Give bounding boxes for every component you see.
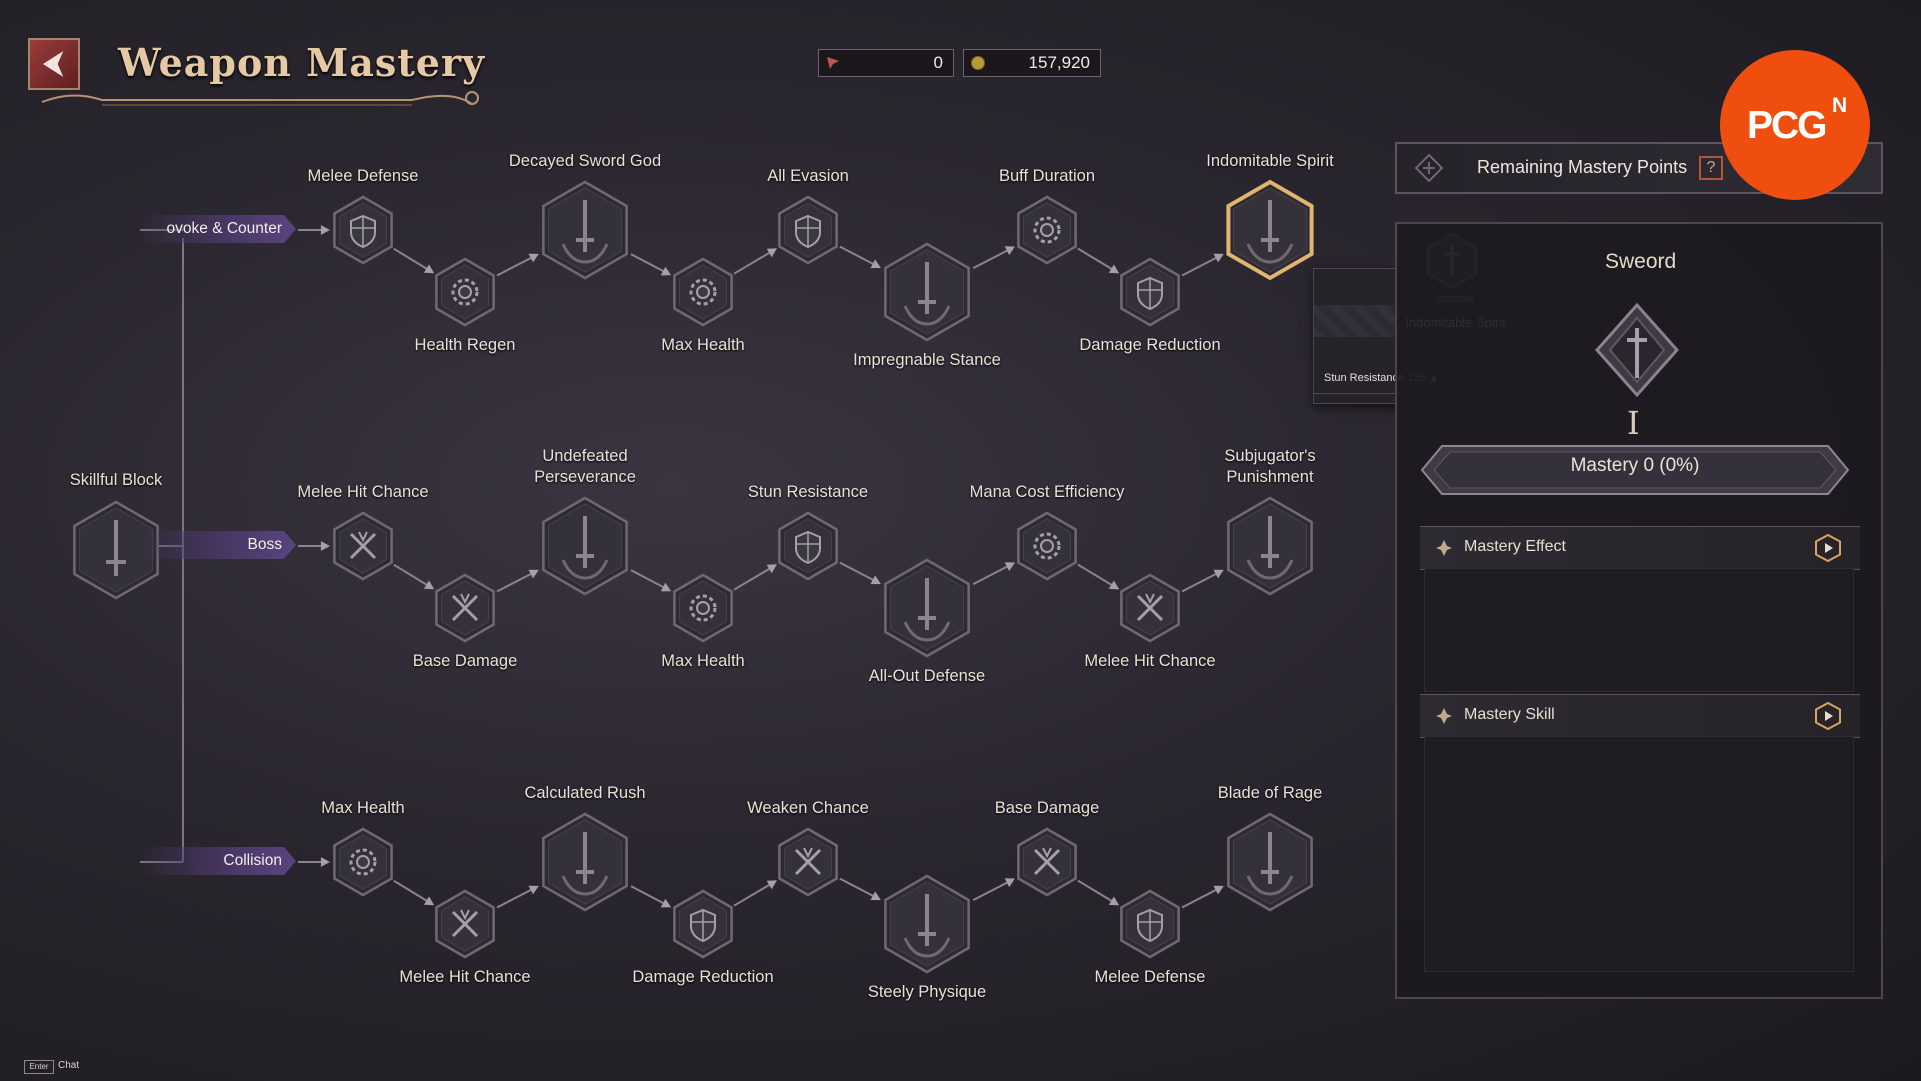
- help-button[interactable]: ?: [1699, 156, 1723, 180]
- skill-node-r0-c5[interactable]: [875, 240, 979, 344]
- skill-label: Base Damage: [412, 652, 518, 670]
- shield-icon: [350, 214, 376, 249]
- skill-node-r0-c8[interactable]: [1218, 178, 1322, 282]
- connector-line: [1181, 254, 1221, 277]
- skill-node-r1-c6[interactable]: [1010, 509, 1084, 583]
- connector-line: [1181, 886, 1221, 909]
- skill-node-r1-c4[interactable]: [771, 509, 845, 583]
- remaining-points-label: Remaining Mastery Points: [1477, 157, 1688, 177]
- skill-node-r2-c3[interactable]: [666, 887, 740, 961]
- skill-label: Melee Hit Chance: [297, 483, 429, 501]
- skill-node-r2-c4[interactable]: [771, 825, 845, 899]
- mastery-effect-label: Mastery Effect: [1464, 538, 1566, 555]
- skill-label: Melee Defense: [307, 167, 419, 185]
- shield-icon: [1137, 908, 1163, 943]
- skill-node-r2-c1[interactable]: [428, 887, 502, 961]
- connector-line: [839, 245, 878, 268]
- skill-node-r0-c1[interactable]: [428, 255, 502, 329]
- row-tag-1: Boss: [140, 531, 296, 559]
- mastery-skill-header[interactable]: Mastery Skill: [1420, 694, 1860, 738]
- root-skill-label: Skillful Block: [69, 471, 163, 489]
- skill-label: Melee Hit Chance: [1084, 652, 1216, 670]
- skill-node-r1-c2[interactable]: [533, 494, 637, 598]
- skill-label: Melee Defense: [1094, 968, 1206, 986]
- skill-node-r0-c2[interactable]: [533, 178, 637, 282]
- skill-label: All Evasion: [767, 167, 849, 185]
- skill-label: Steely Physique: [867, 983, 987, 1001]
- skill-label: Damage Reduction: [1079, 336, 1221, 354]
- skill-label: Max Health: [661, 652, 745, 670]
- skill-label: Blade of Rage: [1217, 784, 1323, 802]
- skill-node-r1-c8[interactable]: [1218, 494, 1322, 598]
- mastery-skill-body: [1424, 736, 1854, 972]
- skill-node-r1-c7[interactable]: [1113, 571, 1187, 645]
- skill-node-r2-c0[interactable]: [326, 825, 400, 899]
- row-tag-0: ovoke & Counter: [140, 215, 296, 243]
- shield-icon: [690, 908, 716, 943]
- skill-node-r2-c8[interactable]: [1218, 810, 1322, 914]
- fleur-icon: [1436, 540, 1452, 556]
- mastery-point-icon: [1415, 154, 1443, 182]
- fleur-icon: [1436, 708, 1452, 724]
- skill-label: Mana Cost Efficiency: [969, 483, 1125, 501]
- mastery-skill-label: Mastery Skill: [1464, 706, 1555, 723]
- mastery-effect-header[interactable]: Mastery Effect: [1420, 526, 1860, 570]
- skill-label: Stun Resistance: [747, 483, 869, 501]
- pcgn-logo-superscript: N: [1832, 94, 1848, 117]
- skill-label: Decayed Sword God: [508, 152, 662, 170]
- skill-label: Calculated Rush: [524, 784, 646, 802]
- skill-label: Health Regen: [414, 336, 516, 354]
- connector-line: [496, 254, 536, 277]
- skill-node-r2-c6[interactable]: [1010, 825, 1084, 899]
- skill-node-r2-c2[interactable]: [533, 810, 637, 914]
- weapon-name: Sweord: [1605, 250, 1677, 273]
- shield-icon: [1137, 276, 1163, 311]
- skill-label: Buff Duration: [998, 167, 1096, 185]
- skill-label: Impregnable Stance: [853, 351, 1001, 369]
- skill-node-r2-c7[interactable]: [1113, 887, 1187, 961]
- skill-node-r0-c3[interactable]: [666, 255, 740, 329]
- connector-line: [839, 561, 878, 584]
- skill-node-r2-c5[interactable]: [875, 872, 979, 976]
- skill-label: Undefeated Perseverance: [534, 447, 636, 486]
- skill-node-r0-c7[interactable]: [1113, 255, 1187, 329]
- skill-label: Base Damage: [994, 799, 1100, 817]
- pcgn-logo: PCG N: [1720, 50, 1870, 200]
- skill-node-r1-c3[interactable]: [666, 571, 740, 645]
- chat-key-hint: Enter: [24, 1060, 54, 1074]
- row-tag-2: Collision: [140, 847, 296, 875]
- skill-label: All-Out Defense: [868, 667, 986, 685]
- mastery-effect-body: [1424, 568, 1854, 692]
- skill-label: Melee Hit Chance: [399, 968, 531, 986]
- weapon-rank: I: [1627, 404, 1640, 442]
- skill-label: Subjugator's Punishment: [1224, 447, 1316, 486]
- chat-label[interactable]: Chat: [58, 1060, 79, 1071]
- skill-label: Indomitable Spirit: [1206, 152, 1334, 170]
- connector-line: [496, 570, 536, 593]
- play-icon[interactable]: [1814, 702, 1842, 730]
- skill-node-r0-c0[interactable]: [326, 193, 400, 267]
- shield-icon: [795, 214, 821, 249]
- skill-label: Damage Reduction: [632, 968, 774, 986]
- skill-node-r1-c0[interactable]: [326, 509, 400, 583]
- connector-line: [839, 877, 878, 900]
- mastery-progress-text: Mastery 0 (0%): [1570, 455, 1700, 476]
- play-icon[interactable]: [1814, 534, 1842, 562]
- connector-line: [496, 886, 536, 909]
- pcgn-logo-text: PCG: [1747, 104, 1828, 147]
- shield-icon: [795, 530, 821, 565]
- skill-label: Weaken Chance: [747, 799, 869, 817]
- skill-node-r0-c6[interactable]: [1010, 193, 1084, 267]
- skill-node-r1-c5[interactable]: [875, 556, 979, 660]
- skill-label: Max Health: [321, 799, 405, 817]
- skill-node-r0-c4[interactable]: [771, 193, 845, 267]
- connector-line: [1181, 570, 1221, 593]
- skill-label: Max Health: [661, 336, 745, 354]
- skill-node-r1-c1[interactable]: [428, 571, 502, 645]
